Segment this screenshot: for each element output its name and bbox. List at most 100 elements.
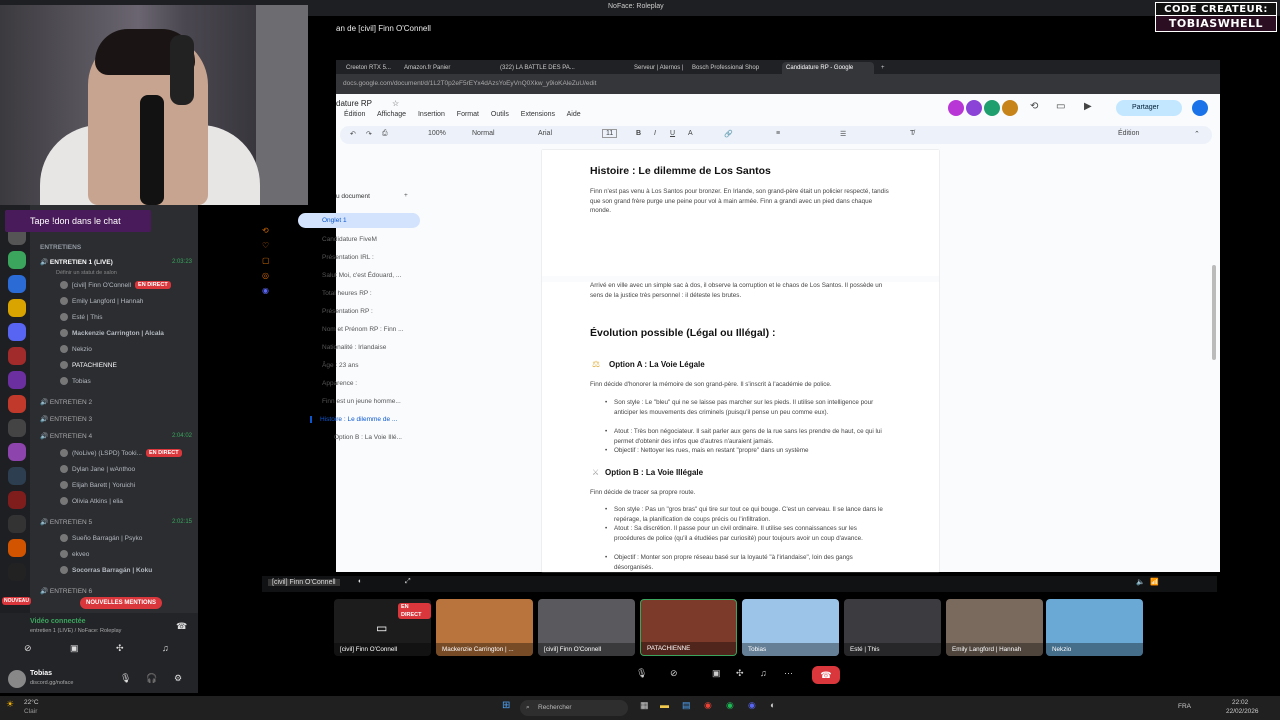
- collaborator-avatar[interactable]: [984, 100, 1000, 116]
- outline-item[interactable]: Option B : La Voie Illé...: [334, 434, 402, 441]
- menu-outils[interactable]: Outils: [491, 111, 509, 118]
- voice-user[interactable]: Nekzio: [60, 344, 92, 356]
- menu-edition[interactable]: Édition: [344, 111, 365, 118]
- store-icon[interactable]: ▤: [682, 700, 691, 711]
- outline-item[interactable]: Finn est un jeune homme...: [322, 398, 401, 405]
- history-icon[interactable]: ⟲: [1030, 101, 1038, 112]
- voice-user[interactable]: Mackenzie Carrington | Alcala: [60, 328, 164, 340]
- server-icon[interactable]: [8, 347, 26, 365]
- language-indicator[interactable]: FRA: [1178, 703, 1191, 710]
- font-size-input[interactable]: 11: [602, 129, 618, 138]
- voice-user[interactable]: Elijah Barett | Yoruichi: [60, 480, 135, 492]
- document-title[interactable]: dature RP: [336, 99, 372, 108]
- taskbar-search[interactable]: ⌕ Rechercher: [520, 700, 628, 716]
- screen-share-icon[interactable]: ▣: [712, 668, 721, 679]
- voice-user[interactable]: Tobias: [60, 376, 91, 388]
- participant-tile[interactable]: Mackenzie Carrington | ...: [436, 599, 533, 656]
- server-icon[interactable]: [8, 299, 26, 317]
- clock-time[interactable]: 22:02: [1232, 699, 1248, 706]
- outline-item[interactable]: Apparence :: [322, 380, 357, 387]
- collaborator-avatar[interactable]: [1002, 100, 1018, 116]
- undo-icon[interactable]: ↶: [350, 130, 356, 138]
- soundboard-icon[interactable]: ♫: [760, 668, 767, 678]
- server-icon[interactable]: [8, 563, 26, 581]
- hang-up-button[interactable]: ☎: [812, 666, 840, 684]
- voice-user[interactable]: [civil] Finn O'Connell EN DIRECT: [60, 280, 171, 292]
- voice-channel-entretien-4[interactable]: 🔊 ENTRETIEN 4: [40, 431, 92, 443]
- voice-user[interactable]: Sueño Barragán | Psyko: [60, 533, 142, 545]
- outline-item[interactable]: Total heures RP :: [322, 290, 372, 297]
- font-select[interactable]: Arial: [538, 130, 552, 137]
- wifi-icon[interactable]: 📶: [1150, 578, 1159, 586]
- browser-tab[interactable]: Bosch Professional Shop: [688, 62, 778, 74]
- server-icon[interactable]: [8, 491, 26, 509]
- participant-tile[interactable]: Emily Langford | Hannah: [946, 599, 1043, 656]
- steam-icon[interactable]: ◐: [770, 700, 775, 710]
- outline-item[interactable]: Nationalité : Irlandaise: [322, 344, 386, 351]
- participant-tile[interactable]: EN DIRECT ▭ [civil] Finn O'Connell: [334, 599, 431, 656]
- chrome-icon[interactable]: ◉: [704, 700, 712, 711]
- server-icon[interactable]: [8, 467, 26, 485]
- star-icon[interactable]: ☆: [392, 99, 399, 108]
- voice-user[interactable]: ekveo: [60, 549, 89, 561]
- add-tab-icon[interactable]: +: [404, 192, 408, 199]
- menu-insertion[interactable]: Insertion: [418, 111, 445, 118]
- underline-icon[interactable]: U: [670, 130, 675, 137]
- camera-off-icon[interactable]: ⊘: [24, 643, 32, 654]
- headset-icon[interactable]: 🎧: [146, 673, 157, 684]
- browser-tab[interactable]: Creeton RTX 5...: [342, 62, 398, 74]
- participant-tile[interactable]: Nekzio: [1046, 599, 1143, 656]
- browser-tab[interactable]: (322) LA BATTLE DES PA...: [496, 62, 626, 74]
- bold-icon[interactable]: B: [636, 130, 641, 137]
- meet-icon[interactable]: ▶: [1084, 101, 1092, 112]
- server-icon[interactable]: [8, 419, 26, 437]
- document-page[interactable]: Histoire : Le dilemme de Los Santos Finn…: [542, 150, 939, 572]
- outline-item[interactable]: Nom et Prénom RP : Finn ...: [322, 326, 404, 333]
- more-options-icon[interactable]: ⋯: [784, 668, 793, 679]
- camera-icon[interactable]: ⊘: [670, 668, 678, 679]
- collaborator-avatar[interactable]: [966, 100, 982, 116]
- list-icon[interactable]: ☰: [840, 130, 846, 138]
- voice-user[interactable]: (NoLive) (LSPD) Tooki... EN DIRECT: [60, 448, 182, 460]
- new-tab-icon[interactable]: +: [877, 62, 885, 74]
- volume-icon[interactable]: 🔈: [1136, 578, 1145, 586]
- windows-start-icon[interactable]: ⊞: [502, 700, 510, 711]
- voice-user[interactable]: Socorras Barragán | Koku: [60, 565, 152, 577]
- discord-icon[interactable]: ◉: [748, 700, 756, 711]
- category-entretiens[interactable]: ENTRETIENS: [40, 242, 81, 254]
- align-icon[interactable]: ≡: [776, 130, 780, 137]
- account-avatar[interactable]: [1192, 100, 1208, 116]
- style-select[interactable]: Normal: [472, 130, 495, 137]
- menu-aide[interactable]: Aide: [567, 111, 581, 118]
- server-icon[interactable]: [8, 323, 26, 341]
- server-icon[interactable]: [8, 395, 26, 413]
- browser-tab[interactable]: Amazon.fr Panier: [400, 62, 492, 74]
- menu-format[interactable]: Format: [457, 111, 479, 118]
- chevron-up-icon[interactable]: ⌃: [1194, 130, 1200, 138]
- browser-tab-active[interactable]: Candidature RP - Google: [782, 62, 874, 74]
- voice-user[interactable]: Olivia Atkins | elia: [60, 496, 123, 508]
- avatar[interactable]: [8, 670, 26, 688]
- sidebar-app-icon[interactable]: ♡: [262, 241, 278, 250]
- menu-extensions[interactable]: Extensions: [521, 111, 555, 118]
- soundboard-icon[interactable]: ♫: [162, 643, 169, 653]
- link-icon[interactable]: 🔗: [724, 130, 733, 138]
- browser-tab[interactable]: Serveur | Aternos | Serve...: [630, 62, 684, 74]
- share-button[interactable]: Partager: [1116, 100, 1182, 116]
- microphone-icon[interactable]: 🎙: [120, 673, 131, 684]
- voice-user[interactable]: PATACHIENNE: [60, 360, 117, 372]
- outline-item[interactable]: Salut Moi, c'est Édouard, ...: [322, 272, 401, 279]
- voice-user[interactable]: Esté | This: [60, 312, 102, 324]
- voice-user[interactable]: Emily Langford | Hannah: [60, 296, 143, 308]
- new-mentions-badge[interactable]: NOUVELLES MENTIONS: [80, 597, 163, 609]
- settings-gear-icon[interactable]: ⚙: [174, 673, 182, 684]
- editing-mode-select[interactable]: Édition: [1118, 130, 1139, 137]
- participant-tile[interactable]: Tobias: [742, 599, 839, 656]
- participant-tile-speaking[interactable]: PATACHIENNE: [640, 599, 737, 656]
- tab-onglet-1[interactable]: Onglet 1: [298, 213, 420, 228]
- collaborator-avatar[interactable]: [948, 100, 964, 116]
- sidebar-app-icon[interactable]: ▢: [262, 256, 278, 265]
- clock-date[interactable]: 22/02/2026: [1226, 708, 1259, 715]
- sidebar-app-icon[interactable]: ◎: [262, 271, 278, 280]
- screen-share-icon[interactable]: ▣: [70, 643, 79, 654]
